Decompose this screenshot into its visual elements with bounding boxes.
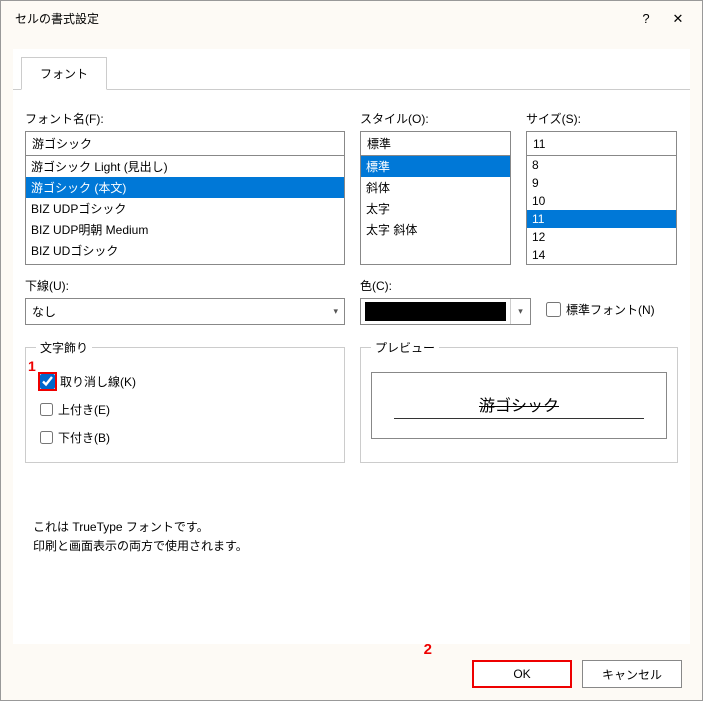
list-item[interactable]: 8	[527, 156, 676, 174]
style-input[interactable]	[360, 131, 511, 156]
list-item[interactable]: 太字	[361, 198, 510, 219]
preview-box: 游ゴシック	[371, 372, 667, 439]
tab-font[interactable]: フォント	[21, 57, 107, 90]
normal-font-input[interactable]	[546, 302, 561, 317]
list-item[interactable]: BIZ UDP明朝 Medium	[26, 219, 344, 240]
list-item[interactable]: 14	[527, 246, 676, 264]
subscript-label: 下付き(B)	[58, 429, 110, 446]
close-icon[interactable]: ✕	[662, 5, 694, 33]
window-title: セルの書式設定	[15, 10, 630, 27]
effects-legend: 文字飾り	[36, 339, 92, 356]
strikethrough-checkbox[interactable]	[40, 374, 55, 389]
normal-font-checkbox[interactable]: 標準フォント(N)	[546, 301, 678, 318]
preview-group: プレビュー 游ゴシック	[360, 339, 678, 463]
underline-label: 下線(U):	[25, 277, 345, 294]
normal-font-label: 標準フォント(N)	[566, 301, 655, 318]
tabpanel-font: フォント名(F): 游ゴシック Light (見出し) 游ゴシック (本文) B…	[13, 89, 690, 568]
list-item[interactable]: 9	[527, 174, 676, 192]
list-item[interactable]: 游ゴシック Light (見出し)	[26, 156, 344, 177]
color-label: 色(C):	[360, 277, 531, 294]
preview-text: 游ゴシック	[394, 392, 644, 419]
chevron-down-icon: ▾	[510, 299, 530, 324]
info-line-2: 印刷と画面表示の両方で使用されます。	[33, 537, 678, 556]
subscript-checkbox[interactable]	[40, 431, 53, 444]
list-item[interactable]: 10	[527, 192, 676, 210]
superscript-label: 上付き(E)	[58, 401, 110, 418]
strikethrough-label: 取り消し線(K)	[60, 373, 136, 390]
font-name-input[interactable]	[25, 131, 345, 156]
cancel-button[interactable]: キャンセル	[582, 660, 682, 688]
tabs: フォント	[13, 49, 690, 90]
list-item[interactable]: 11	[527, 210, 676, 228]
size-input[interactable]	[526, 131, 677, 156]
list-item[interactable]: BIZ UD明朝 Medium	[26, 261, 344, 265]
list-item[interactable]: 太字 斜体	[361, 219, 510, 240]
dialog-content: フォント フォント名(F): 游ゴシック Light (見出し) 游ゴシック (…	[13, 49, 690, 644]
underline-select[interactable]: なし ▾	[25, 298, 345, 325]
list-item[interactable]: 12	[527, 228, 676, 246]
color-swatch	[365, 302, 506, 321]
font-name-label: フォント名(F):	[25, 110, 345, 127]
list-item[interactable]: 斜体	[361, 177, 510, 198]
ok-button[interactable]: OK	[472, 660, 572, 688]
info-line-1: これは TrueType フォントです。	[33, 518, 678, 537]
color-select[interactable]: ▾	[360, 298, 531, 325]
list-item[interactable]: BIZ UDPゴシック	[26, 198, 344, 219]
size-list[interactable]: 8 9 10 11 12 14	[526, 155, 677, 265]
superscript-checkbox[interactable]	[40, 403, 53, 416]
effects-group: 文字飾り 1 取り消し線(K) 上付き(E) 下付き(B)	[25, 339, 345, 463]
style-label: スタイル(O):	[360, 110, 511, 127]
list-item[interactable]: 游ゴシック (本文)	[26, 177, 344, 198]
size-label: サイズ(S):	[526, 110, 677, 127]
font-name-list[interactable]: 游ゴシック Light (見出し) 游ゴシック (本文) BIZ UDPゴシック…	[25, 155, 345, 265]
style-list[interactable]: 標準 斜体 太字 太字 斜体	[360, 155, 511, 265]
help-icon[interactable]: ?	[630, 5, 662, 33]
titlebar: セルの書式設定 ? ✕	[1, 1, 702, 36]
list-item[interactable]: BIZ UDゴシック	[26, 240, 344, 261]
list-item[interactable]: 標準	[361, 156, 510, 177]
underline-value: なし	[32, 303, 56, 320]
annotation-2: 2	[424, 641, 432, 658]
preview-legend: プレビュー	[371, 339, 439, 356]
annotation-1: 1	[28, 358, 36, 374]
chevron-down-icon: ▾	[333, 306, 338, 317]
info-text: これは TrueType フォントです。 印刷と画面表示の両方で使用されます。	[25, 518, 678, 556]
